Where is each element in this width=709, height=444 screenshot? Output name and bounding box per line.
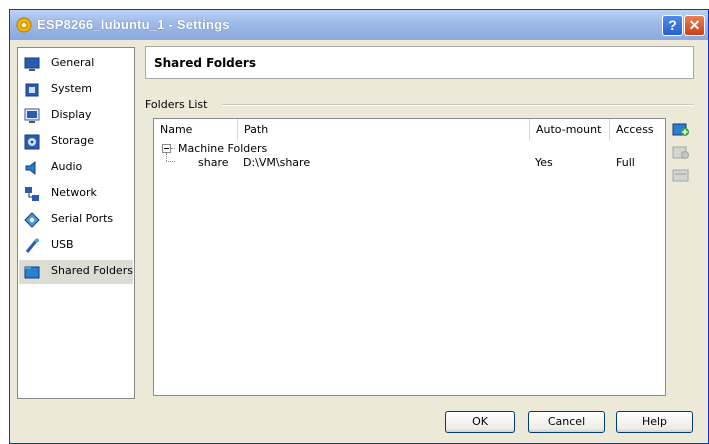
nav-item-serial-ports[interactable]: Serial Ports bbox=[19, 208, 133, 232]
group-divider bbox=[222, 104, 694, 106]
tree-connector bbox=[171, 148, 175, 150]
add-folder-icon[interactable] bbox=[672, 121, 690, 137]
nav-item-label: Shared Folders bbox=[51, 264, 133, 277]
tree-connector bbox=[166, 153, 168, 161]
display-icon bbox=[24, 108, 40, 123]
settings-gear-icon bbox=[16, 17, 32, 33]
edit-folder-icon[interactable] bbox=[672, 144, 690, 160]
nav-item-display[interactable]: Display bbox=[19, 104, 133, 128]
row-path: D:\VM\share bbox=[243, 156, 311, 169]
settings-nav: General System Display Storage Audio Net… bbox=[17, 47, 135, 399]
nav-item-label: General bbox=[51, 56, 95, 69]
title-bar[interactable]: ESP8266_lubuntu_1 - Settings ? ✕ bbox=[10, 10, 708, 40]
group-row-label[interactable]: Machine Folders bbox=[178, 142, 267, 155]
folders-list-label: Folders List bbox=[145, 98, 208, 111]
disk-icon bbox=[24, 134, 40, 150]
nav-item-label: Serial Ports bbox=[51, 212, 114, 225]
column-header-name[interactable]: Name bbox=[154, 119, 238, 141]
nav-item-system[interactable]: System bbox=[19, 78, 133, 102]
page-title: Shared Folders bbox=[154, 56, 256, 70]
nav-item-audio[interactable]: Audio bbox=[19, 156, 133, 180]
collapse-toggle[interactable] bbox=[162, 144, 171, 153]
ok-button[interactable]: OK bbox=[445, 411, 515, 433]
folders-table[interactable]: Name Path Auto-mount Access Machine Fold… bbox=[153, 118, 666, 396]
nav-item-label: System bbox=[51, 82, 93, 95]
folder-icon bbox=[24, 266, 40, 279]
nav-item-general[interactable]: General bbox=[19, 52, 133, 76]
nav-item-label: Network bbox=[51, 186, 97, 199]
column-header-auto-mount[interactable]: Auto-mount bbox=[530, 119, 610, 141]
tree-connector bbox=[166, 161, 175, 163]
nav-item-label: Storage bbox=[51, 134, 95, 147]
page-header: Shared Folders bbox=[145, 46, 694, 79]
window-title: ESP8266_lubuntu_1 - Settings bbox=[37, 17, 230, 32]
row-access: Full bbox=[616, 156, 635, 169]
close-button[interactable]: ✕ bbox=[684, 15, 705, 36]
column-header-path[interactable]: Path bbox=[238, 119, 530, 141]
row-name: share bbox=[198, 156, 229, 169]
nav-item-label: USB bbox=[51, 238, 74, 251]
nav-item-shared-folders[interactable]: Shared Folders bbox=[19, 260, 133, 284]
cancel-button[interactable]: Cancel bbox=[528, 411, 605, 433]
chip-icon bbox=[25, 83, 39, 97]
help-button[interactable]: Help bbox=[616, 411, 693, 433]
nav-item-network[interactable]: Network bbox=[19, 182, 133, 206]
network-icon bbox=[25, 187, 39, 201]
row-auto-mount: Yes bbox=[535, 156, 553, 169]
column-header-access[interactable]: Access bbox=[610, 119, 665, 141]
remove-folder-icon[interactable] bbox=[672, 167, 690, 183]
monitor-icon bbox=[24, 57, 40, 71]
speaker-icon bbox=[25, 160, 36, 176]
help-title-button[interactable]: ? bbox=[662, 15, 683, 36]
nav-item-label: Audio bbox=[51, 160, 83, 173]
nav-item-usb[interactable]: USB bbox=[19, 234, 133, 258]
nav-item-storage[interactable]: Storage bbox=[19, 130, 133, 154]
serial-port-icon bbox=[24, 212, 40, 228]
usb-icon bbox=[25, 238, 39, 253]
nav-item-label: Display bbox=[51, 108, 92, 121]
